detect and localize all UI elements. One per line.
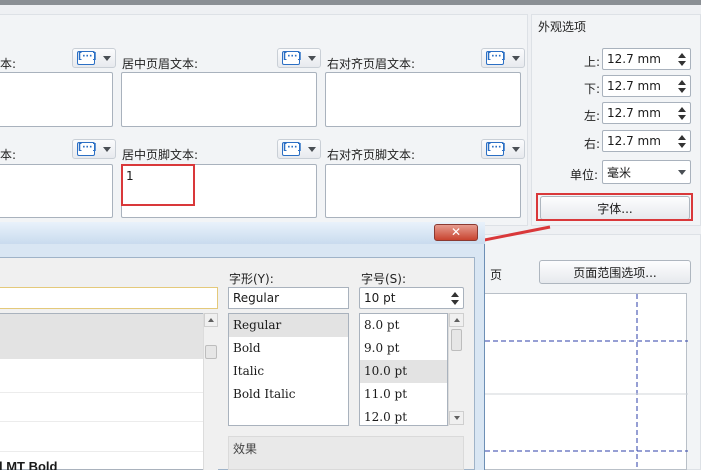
font-name-item[interactable]: l MT Bold xyxy=(0,459,58,470)
left-header-label: 本: xyxy=(0,57,17,71)
page-preview xyxy=(484,293,688,470)
margin-bottom-input[interactable]: 12.7 mm xyxy=(602,75,691,97)
font-style-item[interactable]: Bold xyxy=(229,337,348,360)
center-footer-highlight xyxy=(121,164,195,206)
font-style-item[interactable]: Bold Italic xyxy=(229,383,348,406)
effects-group xyxy=(228,436,464,470)
list-divider xyxy=(0,421,203,422)
font-style-label: 字形(Y): xyxy=(229,272,274,286)
font-size-item[interactable]: 11.0 pt xyxy=(360,383,447,406)
font-name-input[interactable] xyxy=(0,287,218,309)
insert-field-icon: [···] xyxy=(282,51,301,65)
insert-field-icon: [···] xyxy=(77,142,96,156)
list-divider xyxy=(0,392,203,393)
right-footer-textbox[interactable] xyxy=(325,164,521,218)
font-style-list[interactable]: Regular Bold Italic Bold Italic xyxy=(228,313,349,426)
left-footer-insert-button[interactable]: [···] xyxy=(72,139,116,159)
font-style-item[interactable]: Regular xyxy=(229,314,348,337)
insert-field-icon: [···] xyxy=(77,51,96,65)
chevron-down-icon xyxy=(678,169,686,175)
margin-right-input[interactable]: 12.7 mm xyxy=(602,130,691,152)
insert-field-icon: [···] xyxy=(486,51,505,65)
unit-value: 毫米 xyxy=(607,165,632,180)
font-dialog-titlebar xyxy=(0,222,485,244)
font-size-item[interactable]: 8.0 pt xyxy=(360,314,447,337)
spinner-icon[interactable] xyxy=(451,291,459,305)
margin-bottom-value: 12.7 mm xyxy=(607,79,661,93)
margin-top-input[interactable]: 12.7 mm xyxy=(602,48,691,70)
effects-label: 效果 xyxy=(233,442,258,456)
close-button[interactable]: ✕ xyxy=(434,224,478,241)
list-divider xyxy=(0,451,203,452)
left-header-textbox[interactable] xyxy=(0,72,113,127)
right-header-insert-button[interactable]: [···] xyxy=(481,48,525,68)
right-footer-label: 右对齐页脚文本: xyxy=(327,148,416,162)
margin-bottom-label: 下: xyxy=(584,82,601,96)
font-name-scrollbar[interactable] xyxy=(203,313,218,470)
center-header-textbox[interactable] xyxy=(121,72,317,127)
scroll-up-arrow[interactable] xyxy=(449,313,464,327)
insert-field-icon: [···] xyxy=(486,142,505,156)
center-header-label: 居中页眉文本: xyxy=(122,57,199,71)
margin-top-value: 12.7 mm xyxy=(607,52,661,66)
margin-guides xyxy=(485,294,688,470)
center-footer-label: 居中页脚文本: xyxy=(122,148,199,162)
margin-left-value: 12.7 mm xyxy=(607,106,661,120)
spinner-icon[interactable] xyxy=(678,52,686,66)
scroll-down-arrow[interactable] xyxy=(449,411,464,425)
chevron-down-icon xyxy=(512,55,520,61)
font-style-value: Regular xyxy=(233,291,280,305)
right-header-label: 右对齐页眉文本: xyxy=(327,57,416,71)
font-size-item[interactable]: 9.0 pt xyxy=(360,337,447,360)
scroll-thumb[interactable] xyxy=(451,329,462,351)
margin-right-label: 右: xyxy=(584,137,601,151)
chevron-down-icon xyxy=(512,146,520,152)
font-style-item[interactable]: Italic xyxy=(229,360,348,383)
font-size-label: 字号(S): xyxy=(361,272,407,286)
margin-right-value: 12.7 mm xyxy=(607,134,661,148)
center-footer-insert-button[interactable]: [···] xyxy=(277,139,321,159)
left-footer-textbox[interactable] xyxy=(0,164,113,218)
chevron-down-icon xyxy=(103,55,111,61)
font-name-list[interactable]: l MT Bold xyxy=(0,313,204,470)
spinner-icon[interactable] xyxy=(678,134,686,148)
font-style-input[interactable]: Regular xyxy=(228,287,349,309)
font-size-item[interactable]: 12.0 pt xyxy=(360,406,447,429)
spinner-icon[interactable] xyxy=(678,79,686,93)
spinner-icon[interactable] xyxy=(678,106,686,120)
font-size-scrollbar[interactable] xyxy=(448,313,464,426)
font-size-item[interactable]: 10.0 pt xyxy=(360,360,447,383)
appearance-title: 外观选项 xyxy=(538,20,587,34)
unit-select[interactable]: 毫米 xyxy=(602,160,691,184)
right-header-textbox[interactable] xyxy=(325,72,521,127)
left-footer-label: 本: xyxy=(0,148,17,162)
font-size-list[interactable]: 8.0 pt 9.0 pt 10.0 pt 11.0 pt 12.0 pt xyxy=(359,313,448,426)
scroll-thumb[interactable] xyxy=(205,345,217,359)
font-size-input[interactable]: 10 pt xyxy=(359,287,464,309)
close-icon: ✕ xyxy=(450,225,462,239)
unit-label: 单位: xyxy=(570,168,599,182)
chevron-down-icon xyxy=(308,55,316,61)
insert-field-icon: [···] xyxy=(282,142,301,156)
scroll-up-arrow[interactable] xyxy=(204,313,218,327)
margin-left-input[interactable]: 12.7 mm xyxy=(602,102,691,124)
margin-left-label: 左: xyxy=(584,109,601,123)
font-name-selected-row[interactable] xyxy=(0,314,203,359)
page-range-button[interactable]: 页面范围选项... xyxy=(539,260,691,284)
page-range-button-label: 页面范围选项... xyxy=(573,265,657,280)
center-header-insert-button[interactable]: [···] xyxy=(277,48,321,68)
right-footer-insert-button[interactable]: [···] xyxy=(481,139,525,159)
chevron-down-icon xyxy=(308,146,316,152)
chevron-down-icon xyxy=(103,146,111,152)
font-size-value: 10 pt xyxy=(364,291,396,305)
left-header-insert-button[interactable]: [···] xyxy=(72,48,116,68)
margin-top-label: 上: xyxy=(584,55,601,69)
